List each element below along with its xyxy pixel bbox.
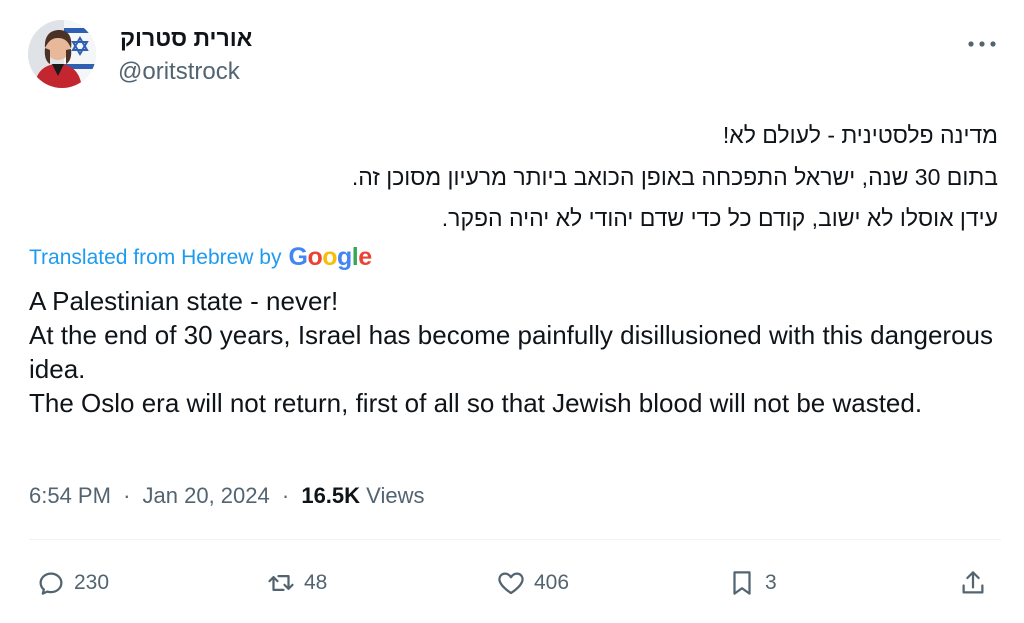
more-horizontal-icon [968,41,996,47]
share-icon [962,571,984,594]
google-logo: Google [288,243,372,271]
like-button[interactable]: 406 [496,566,569,600]
reply-button[interactable]: 230 [36,566,109,600]
more-options-button[interactable] [966,36,998,47]
meta-separator: · [281,483,290,508]
bookmark-button[interactable]: 3 [727,566,777,600]
avatar[interactable] [28,20,96,88]
tweet-text-line: בתום 30 שנה, ישראל התפכחה באופן הכואב בי… [351,164,998,190]
tweet-meta: 6:54 PM · Jan 20, 2024 · 16.5K Views [29,483,424,509]
views-label[interactable]: Views [366,483,424,508]
heart-icon [498,572,524,595]
tweet-card: אורית סטרוק @oritstrock מדינה פלסטינית -… [0,0,1024,623]
bookmark-count: 3 [765,571,777,594]
meta-separator: · [123,483,131,508]
translation-attribution-link[interactable]: Translated from Hebrew by Google [29,243,372,272]
reply-count: 230 [74,571,110,594]
retweet-button[interactable]: 48 [266,566,327,600]
retweet-icon [268,575,294,591]
share-button[interactable] [958,566,988,600]
tweet-time[interactable]: 6:54 PM [29,483,111,508]
translated-text-line: At the end of 30 years, Israel has becom… [29,320,994,384]
avatar-image [28,20,96,88]
user-handle[interactable]: @oritstrock [118,58,240,86]
translation-attribution-label: Translated from Hebrew by [29,245,282,269]
divider [29,539,1001,540]
tweet-text-line: מדינה פלסטינית - לעולם לא! [722,122,998,148]
retweet-count: 48 [304,571,328,594]
display-name[interactable]: אורית סטרוק [120,25,252,52]
bookmark-icon [733,571,751,595]
tweet-date[interactable]: Jan 20, 2024 [143,483,270,508]
tweet-text-line: עידן אוסלו לא ישוב, קודם כל כדי שדם יהוד… [441,205,998,231]
views-count[interactable]: 16.5K [301,483,360,508]
translated-text-line: The Oslo era will not return, first of a… [29,388,923,418]
reply-icon [39,572,63,595]
like-count: 406 [534,571,570,594]
translated-text: A Palestinian state - never! At the end … [29,284,1004,420]
translated-text-line: A Palestinian state - never! [29,286,339,316]
